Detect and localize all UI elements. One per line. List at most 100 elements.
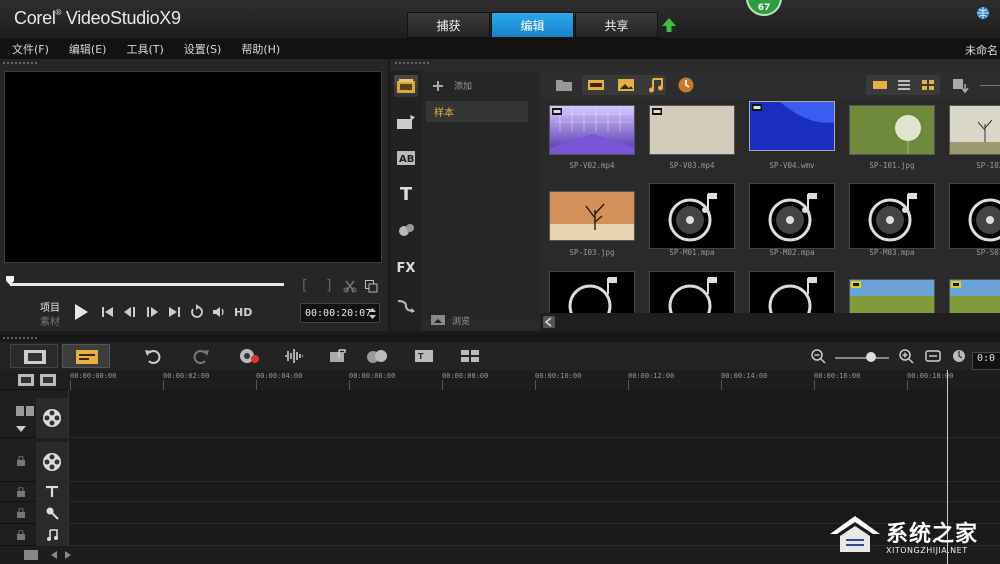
auto-music-icon[interactable] xyxy=(328,348,348,364)
timeline-ruler[interactable]: 00:00:00:00 00:00:02:00 00:00:04:00 00:00:0… xyxy=(0,370,1000,390)
lock-icon[interactable] xyxy=(16,508,26,518)
thumb-sp-i02[interactable] xyxy=(949,105,1000,155)
transition-button[interactable]: AB xyxy=(394,147,418,169)
folder-sample[interactable]: 样本 xyxy=(426,101,528,122)
timeline-view-button[interactable] xyxy=(62,344,110,368)
previous-frame-icon[interactable] xyxy=(122,304,138,320)
next-frame-icon[interactable] xyxy=(144,304,160,320)
import-sort-icon[interactable] xyxy=(950,76,970,94)
video-track[interactable] xyxy=(68,390,1000,438)
music-track-label[interactable] xyxy=(36,524,68,546)
play-icon[interactable] xyxy=(72,302,90,322)
show-video-icon[interactable] xyxy=(586,76,606,94)
volume-icon[interactable] xyxy=(211,304,227,320)
notification-badge[interactable]: 67 xyxy=(746,0,782,16)
graphic-button[interactable] xyxy=(394,219,418,241)
show-audio-icon[interactable] xyxy=(646,76,666,94)
thumb-sp-v04[interactable] xyxy=(749,101,835,151)
thumb-landscape-row3[interactable] xyxy=(949,279,1000,313)
enlarge-preview-icon[interactable] xyxy=(364,279,378,293)
undo-icon[interactable] xyxy=(144,348,162,364)
redo-icon[interactable] xyxy=(192,348,210,364)
library-horizontal-scrollbar[interactable] xyxy=(540,313,1000,331)
thumb-audio-row3[interactable] xyxy=(549,271,635,313)
lock-icon[interactable] xyxy=(16,487,26,497)
chapter-icon[interactable] xyxy=(40,374,56,386)
thumb-sp-v03[interactable] xyxy=(649,105,735,155)
list-view-icon[interactable] xyxy=(894,76,914,94)
zoom-out-icon[interactable] xyxy=(810,348,828,364)
tab-share[interactable]: 共享 xyxy=(575,12,658,38)
go-to-end-icon[interactable] xyxy=(166,304,182,320)
multi-camera-icon[interactable] xyxy=(460,348,480,364)
ripple-edit-icon[interactable] xyxy=(16,406,34,416)
title-track-label[interactable] xyxy=(36,482,68,502)
add-track-icon[interactable] xyxy=(24,550,38,560)
motion-tracking-icon[interactable] xyxy=(366,348,388,364)
overlay-track[interactable] xyxy=(68,438,1000,482)
scroll-left-icon[interactable] xyxy=(50,550,58,560)
overlay-track-label[interactable] xyxy=(36,442,68,482)
mode-clip[interactable]: 素材 xyxy=(40,313,60,328)
scissors-icon[interactable] xyxy=(343,279,357,293)
lock-icon[interactable] xyxy=(16,456,26,466)
repeat-icon[interactable] xyxy=(189,304,205,320)
thumb-audio-row3[interactable] xyxy=(749,271,835,313)
title-button[interactable]: T xyxy=(394,183,418,205)
storyboard-view-button[interactable] xyxy=(10,344,58,368)
title-track[interactable] xyxy=(68,482,1000,502)
thumb-landscape-row3[interactable] xyxy=(849,279,935,313)
open-folder-icon[interactable] xyxy=(554,76,574,94)
browse-button[interactable]: 浏览 xyxy=(430,313,470,327)
instant-project-button[interactable] xyxy=(394,111,418,133)
path-button[interactable] xyxy=(394,295,418,317)
preview-screen[interactable] xyxy=(4,71,382,263)
subtitle-editor-icon[interactable]: T xyxy=(414,348,434,364)
thumb-sp-m01[interactable] xyxy=(649,183,735,249)
mark-out-icon[interactable]: ] xyxy=(326,278,331,294)
thumb-audio-row3[interactable] xyxy=(649,271,735,313)
record-capture-icon[interactable] xyxy=(238,348,260,364)
menu-tools[interactable]: 工具(T) xyxy=(118,41,171,57)
scroll-right-icon[interactable] xyxy=(64,550,72,560)
voice-track-label[interactable] xyxy=(36,502,68,524)
thumb-sp-v02[interactable] xyxy=(549,105,635,155)
track-manager-icon[interactable] xyxy=(18,374,34,386)
media-category-button[interactable] xyxy=(394,75,418,97)
video-track-label[interactable] xyxy=(36,398,68,438)
timecode-stepper-icon[interactable] xyxy=(369,307,376,320)
thumbnail-view-icon[interactable] xyxy=(870,76,890,94)
zoom-slider-track[interactable] xyxy=(835,357,889,359)
add-folder-button[interactable]: 添加 xyxy=(432,79,472,92)
thumb-sp-s01[interactable] xyxy=(949,183,1000,249)
thumb-sp-i03[interactable] xyxy=(549,191,635,241)
thumb-sp-i01[interactable] xyxy=(849,105,935,155)
timeline-grip[interactable] xyxy=(2,336,38,341)
menu-settings[interactable]: 设置(S) xyxy=(176,41,230,57)
globe-help-icon[interactable] xyxy=(976,6,990,20)
sound-mixer-icon[interactable] xyxy=(284,348,304,364)
menu-help[interactable]: 帮助(H) xyxy=(233,41,288,57)
fit-project-icon[interactable] xyxy=(924,348,942,364)
upload-arrow-icon[interactable] xyxy=(661,17,677,33)
thumb-sp-m02[interactable] xyxy=(749,183,835,249)
sort-clock-icon[interactable] xyxy=(676,76,696,94)
project-duration-icon[interactable] xyxy=(950,348,968,364)
mode-project[interactable]: 项目 xyxy=(40,299,60,314)
panel-grip[interactable] xyxy=(2,61,38,66)
go-to-start-icon[interactable] xyxy=(100,304,116,320)
thumb-size-slider[interactable] xyxy=(980,85,1000,86)
library-grip[interactable] xyxy=(394,61,430,66)
scrub-bar[interactable] xyxy=(10,283,284,286)
menu-edit[interactable]: 编辑(E) xyxy=(61,41,115,57)
timeline-timecode[interactable]: 0:0 xyxy=(972,352,1000,370)
show-photo-icon[interactable] xyxy=(616,76,636,94)
tab-capture[interactable]: 捕获 xyxy=(407,12,490,38)
filter-fx-button[interactable]: FX xyxy=(394,257,418,279)
hd-preview-toggle[interactable]: HD xyxy=(234,306,252,319)
zoom-in-icon[interactable] xyxy=(898,348,916,364)
menu-file[interactable]: 文件(F) xyxy=(4,41,57,57)
preview-timecode[interactable]: 00:00:20:07 xyxy=(300,303,380,323)
expand-track-icon[interactable] xyxy=(16,426,26,432)
scroll-left-icon[interactable] xyxy=(543,316,555,328)
